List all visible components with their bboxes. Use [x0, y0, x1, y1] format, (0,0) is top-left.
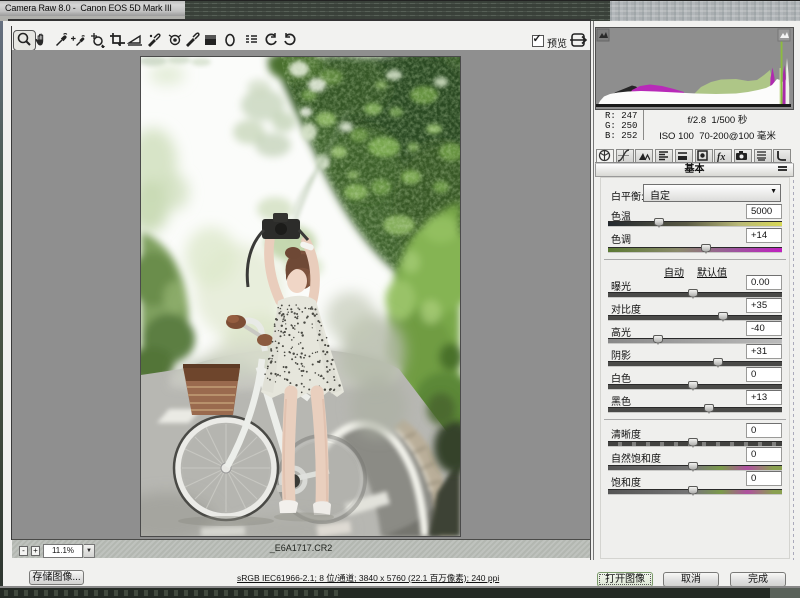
svg-text:fx: fx: [717, 152, 725, 162]
